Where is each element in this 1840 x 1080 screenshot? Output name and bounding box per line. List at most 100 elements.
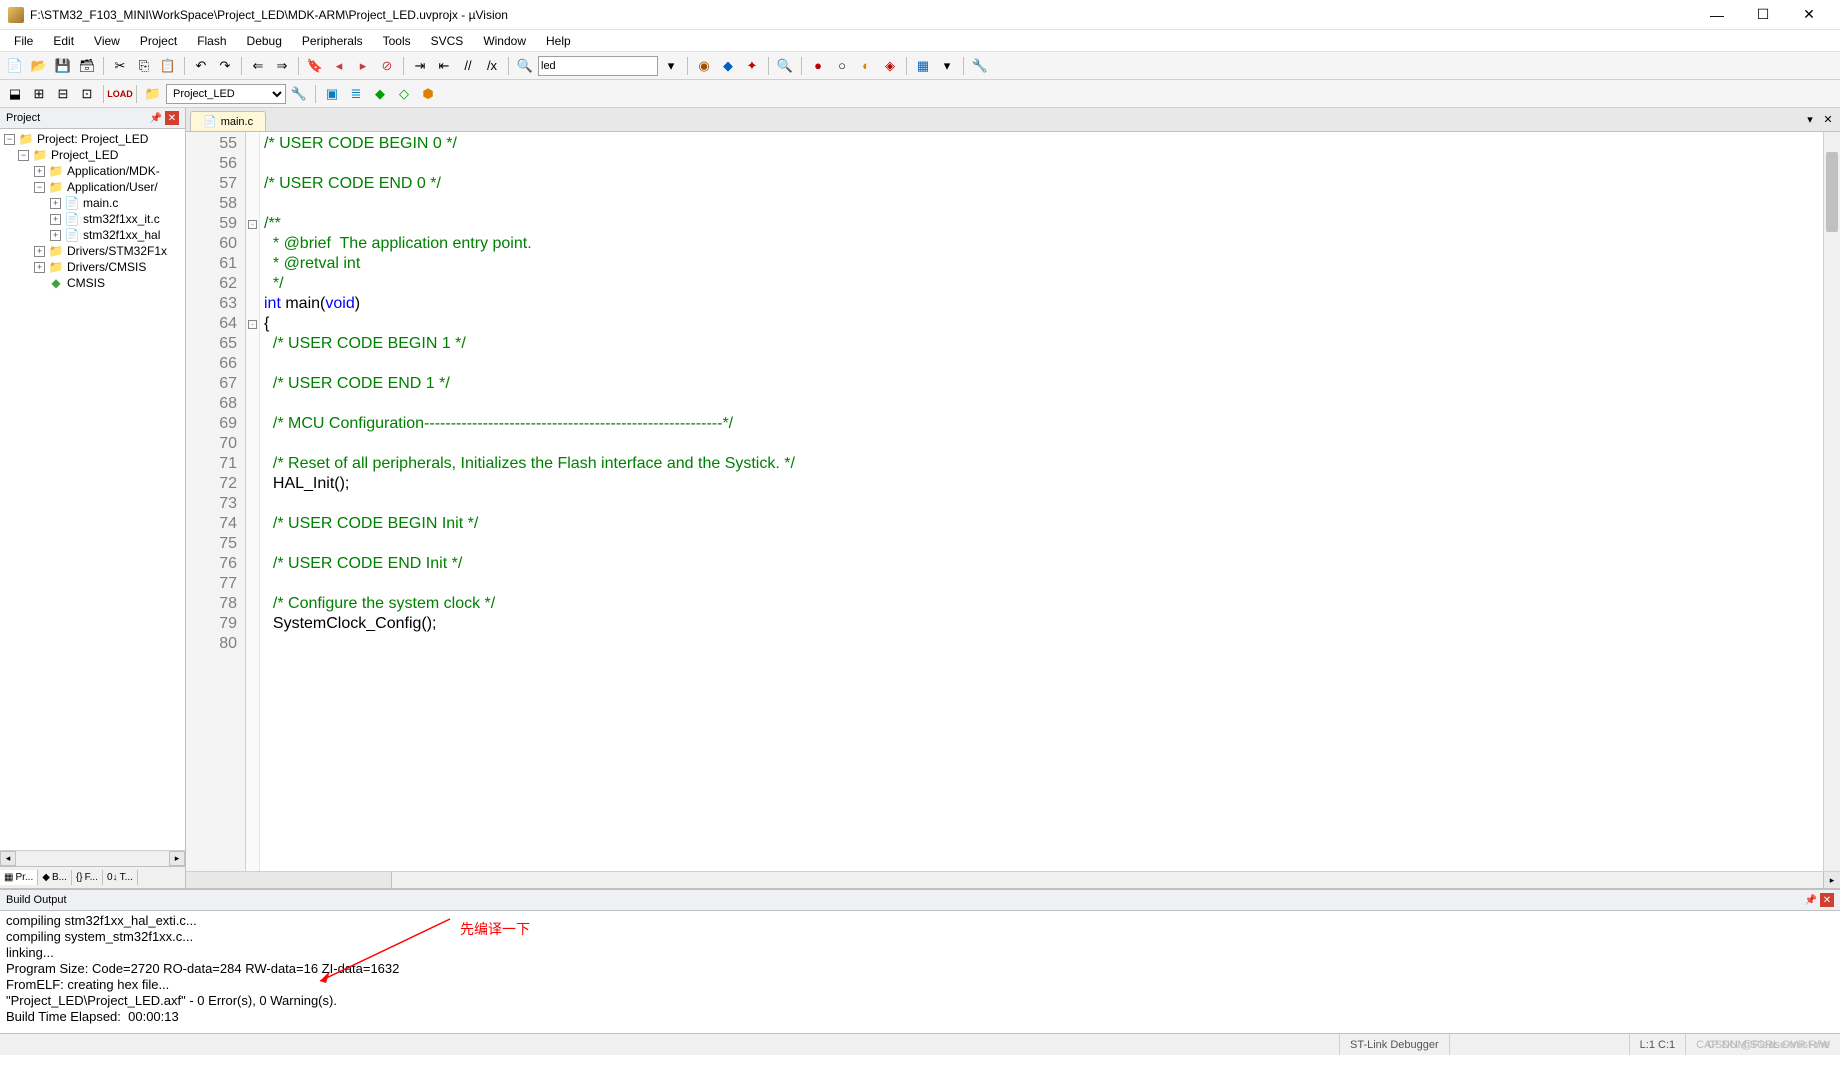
outdent-icon[interactable]: ⇤ bbox=[433, 55, 455, 77]
rebuild-icon[interactable]: ⊟ bbox=[52, 83, 74, 105]
tree-item[interactable]: +📄main.c bbox=[0, 195, 185, 211]
target-icon[interactable]: 📁 bbox=[142, 83, 164, 105]
maximize-button[interactable]: ☐ bbox=[1740, 0, 1786, 30]
output-text[interactable]: 先编译一下 compiling stm32f1xx_hal_exti.c...c… bbox=[0, 911, 1840, 1033]
menu-svcs[interactable]: SVCS bbox=[421, 32, 474, 50]
watermark: CSDN @Please-trust-me bbox=[1707, 1039, 1830, 1051]
close-button[interactable]: ✕ bbox=[1786, 0, 1832, 30]
sidebar-tab[interactable]: {}F... bbox=[72, 870, 103, 885]
code-view[interactable]: 5556575859606162636465666768697071727374… bbox=[186, 132, 1840, 871]
nav-back-icon[interactable]: ⇐ bbox=[247, 55, 269, 77]
status-debugger: ST-Link Debugger bbox=[1339, 1034, 1449, 1055]
uncomment-icon[interactable]: /x bbox=[481, 55, 503, 77]
open-file-icon[interactable]: 📂 bbox=[28, 55, 50, 77]
bookmark-next-icon[interactable]: ▸ bbox=[352, 55, 374, 77]
download-icon[interactable]: LOAD bbox=[109, 83, 131, 105]
menu-view[interactable]: View bbox=[84, 32, 130, 50]
tab-menu-icon[interactable]: ▾ bbox=[1802, 111, 1818, 127]
sidebar-tab[interactable]: 0↓T... bbox=[103, 870, 138, 885]
menu-file[interactable]: File bbox=[4, 32, 43, 50]
analyzer-icon[interactable]: ◐ bbox=[855, 55, 877, 77]
menu-debug[interactable]: Debug bbox=[237, 32, 292, 50]
target-select[interactable]: Project_LED bbox=[166, 84, 286, 104]
redo-icon[interactable]: ↷ bbox=[214, 55, 236, 77]
copy-icon[interactable]: ⎘ bbox=[133, 55, 155, 77]
tree-item[interactable]: −📁Project: Project_LED bbox=[0, 131, 185, 147]
tree-item[interactable]: ◆CMSIS bbox=[0, 275, 185, 291]
pack-icon[interactable]: ◆ bbox=[369, 83, 391, 105]
build-toolbar: ⬓ ⊞ ⊟ ⊡ LOAD 📁 Project_LED 🔧 ▣ ≣ ◆ ◇ ⬢ bbox=[0, 80, 1840, 108]
configure-icon[interactable]: 🔧 bbox=[969, 55, 991, 77]
menu-flash[interactable]: Flash bbox=[187, 32, 236, 50]
window-layout-icon[interactable]: ▦ bbox=[912, 55, 934, 77]
main-area: Project 📌 ✕ −📁Project: Project_LED−📁Proj… bbox=[0, 108, 1840, 888]
titlebar: F:\STM32_F103_MINI\WorkSpace\Project_LED… bbox=[0, 0, 1840, 30]
tree-hscroll[interactable]: ◂▸ bbox=[0, 850, 185, 866]
coverage-icon[interactable]: ◈ bbox=[879, 55, 901, 77]
build-icon[interactable]: ⊞ bbox=[28, 83, 50, 105]
bookmark-icon[interactable]: 🔖 bbox=[304, 55, 326, 77]
output-pin-icon[interactable]: 📌 bbox=[1804, 893, 1818, 907]
tree-item[interactable]: −📁Project_LED bbox=[0, 147, 185, 163]
target-options-icon[interactable]: 🔍 bbox=[774, 55, 796, 77]
comment-icon[interactable]: // bbox=[457, 55, 479, 77]
sidebar-tab[interactable]: ▦Pr... bbox=[0, 870, 38, 885]
rte-icon[interactable]: ◇ bbox=[393, 83, 415, 105]
new-file-icon[interactable]: 📄 bbox=[4, 55, 26, 77]
menu-help[interactable]: Help bbox=[536, 32, 581, 50]
status-cursor: L:1 C:1 bbox=[1629, 1034, 1685, 1055]
manage-icon[interactable]: ▣ bbox=[321, 83, 343, 105]
find-dropdown-icon[interactable]: ▾ bbox=[660, 55, 682, 77]
menu-peripherals[interactable]: Peripherals bbox=[292, 32, 373, 50]
stop-record-icon[interactable]: ○ bbox=[831, 55, 853, 77]
batch-build-icon[interactable]: ⊡ bbox=[76, 83, 98, 105]
nav-fwd-icon[interactable]: ⇒ bbox=[271, 55, 293, 77]
line-gutter: 5556575859606162636465666768697071727374… bbox=[186, 132, 246, 871]
output-close-icon[interactable]: ✕ bbox=[1820, 893, 1834, 907]
paste-icon[interactable]: 📋 bbox=[157, 55, 179, 77]
code-text[interactable]: /* USER CODE BEGIN 0 *//* USER CODE END … bbox=[260, 132, 1840, 871]
menu-edit[interactable]: Edit bbox=[43, 32, 84, 50]
panel-pin-icon[interactable]: 📌 bbox=[149, 111, 163, 125]
tab-label: main.c bbox=[221, 116, 253, 128]
save-icon[interactable]: 💾 bbox=[52, 55, 74, 77]
bookmark-prev-icon[interactable]: ◂ bbox=[328, 55, 350, 77]
record-icon[interactable]: ● bbox=[807, 55, 829, 77]
menu-window[interactable]: Window bbox=[473, 32, 536, 50]
breakpoint-icon[interactable]: ◆ bbox=[717, 55, 739, 77]
layout-dropdown-icon[interactable]: ▾ bbox=[936, 55, 958, 77]
editor-area: 📄 main.c ▾ ✕ 555657585960616263646566676… bbox=[186, 108, 1840, 888]
minimize-button[interactable]: ― bbox=[1694, 0, 1740, 30]
tree-item[interactable]: +📁Application/MDK- bbox=[0, 163, 185, 179]
sidebar-tab[interactable]: ◆B... bbox=[38, 870, 72, 885]
annotation-text: 先编译一下 bbox=[460, 919, 530, 939]
panel-close-icon[interactable]: ✕ bbox=[165, 111, 179, 125]
tree-item[interactable]: −📁Application/User/ bbox=[0, 179, 185, 195]
books-icon[interactable]: ≣ bbox=[345, 83, 367, 105]
tree-item[interactable]: +📁Drivers/CMSIS bbox=[0, 259, 185, 275]
fold-gutter[interactable]: -- bbox=[246, 132, 260, 871]
editor-hscroll[interactable]: ▸ bbox=[186, 871, 1840, 888]
tab-main-c[interactable]: 📄 main.c bbox=[190, 111, 266, 131]
find-icon[interactable]: 🔍 bbox=[514, 55, 536, 77]
tree-item[interactable]: +📄stm32f1xx_it.c bbox=[0, 211, 185, 227]
tree-item[interactable]: +📁Drivers/STM32F1x bbox=[0, 243, 185, 259]
target-opt-icon[interactable]: 🔧 bbox=[288, 83, 310, 105]
git-icon[interactable]: ⬢ bbox=[417, 83, 439, 105]
translate-icon[interactable]: ⬓ bbox=[4, 83, 26, 105]
tab-close-icon[interactable]: ✕ bbox=[1820, 111, 1836, 127]
save-all-icon[interactable]: 🗃 bbox=[76, 55, 98, 77]
project-tree[interactable]: −📁Project: Project_LED−📁Project_LED+📁App… bbox=[0, 129, 185, 850]
options-icon[interactable]: ✦ bbox=[741, 55, 763, 77]
cut-icon[interactable]: ✂ bbox=[109, 55, 131, 77]
find-input[interactable] bbox=[538, 56, 658, 76]
main-toolbar: 📄 📂 💾 🗃 ✂ ⎘ 📋 ↶ ↷ ⇐ ⇒ 🔖 ◂ ▸ ⊘ ⇥ ⇤ // /x … bbox=[0, 52, 1840, 80]
menu-tools[interactable]: Tools bbox=[373, 32, 421, 50]
indent-icon[interactable]: ⇥ bbox=[409, 55, 431, 77]
undo-icon[interactable]: ↶ bbox=[190, 55, 212, 77]
editor-vscroll[interactable] bbox=[1823, 132, 1840, 871]
tree-item[interactable]: +📄stm32f1xx_hal bbox=[0, 227, 185, 243]
debug-session-icon[interactable]: ◉ bbox=[693, 55, 715, 77]
menu-project[interactable]: Project bbox=[130, 32, 187, 50]
bookmark-clear-icon[interactable]: ⊘ bbox=[376, 55, 398, 77]
